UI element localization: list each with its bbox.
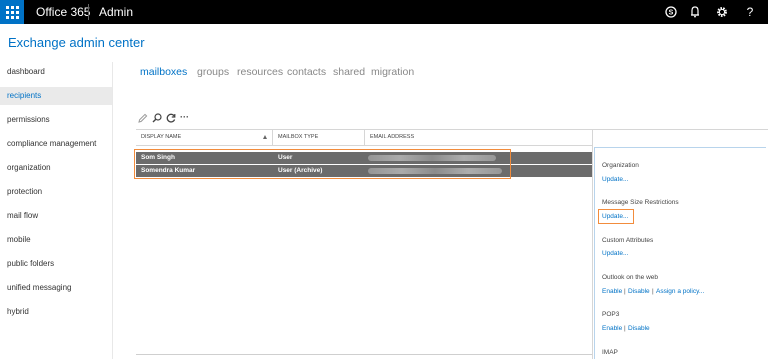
link-separator: | <box>652 288 654 295</box>
notification-bell-icon[interactable] <box>683 0 707 24</box>
link-separator: | <box>624 288 626 295</box>
section-label-message-size-restrictions: Message Size Restrictions <box>602 199 679 206</box>
nav-item-mail-flow[interactable]: mail flow <box>0 207 112 225</box>
top-bar: Office 365 Admin S ? <box>0 0 768 24</box>
nav-item-recipients[interactable]: recipients <box>0 87 112 105</box>
section-label-custom-attributes: Custom Attributes <box>602 237 654 244</box>
nav-item-public-folders[interactable]: public folders <box>0 255 112 273</box>
tab-mailboxes[interactable]: mailboxes <box>140 66 187 78</box>
link-separator: | <box>624 325 626 332</box>
outlook-disable-link[interactable]: Disable <box>628 288 650 295</box>
tab-resources[interactable]: resources <box>237 66 283 78</box>
refresh-icon[interactable] <box>165 111 177 123</box>
nav-divider <box>112 62 113 359</box>
skype-icon[interactable]: S <box>659 0 683 24</box>
nav-item-compliance-management[interactable]: compliance management <box>0 135 112 153</box>
column-header-display-name[interactable]: DISPLAY NAME <box>136 130 272 145</box>
edit-pencil-icon[interactable] <box>137 111 149 123</box>
nav-item-hybrid[interactable]: hybrid <box>0 303 112 321</box>
nav-item-permissions[interactable]: permissions <box>0 111 112 129</box>
nav-item-unified-messaging[interactable]: unified messaging <box>0 279 112 297</box>
nav-item-protection[interactable]: protection <box>0 183 112 201</box>
table-header: DISPLAY NAME MAILBOX TYPE EMAIL ADDRESS <box>136 129 592 146</box>
nav-item-mobile[interactable]: mobile <box>0 231 112 249</box>
page-title: Exchange admin center <box>8 35 145 50</box>
table-bottom-border <box>136 354 592 355</box>
tab-shared[interactable]: shared <box>333 66 365 78</box>
nav-item-dashboard[interactable]: dashboard <box>0 63 112 81</box>
selection-highlight <box>134 149 511 179</box>
tab-groups[interactable]: groups <box>197 66 229 78</box>
update-link-highlight <box>598 209 634 224</box>
outlook-enable-link[interactable]: Enable <box>602 288 622 295</box>
tab-contacts[interactable]: contacts <box>287 66 326 78</box>
custom-attributes-update-link[interactable]: Update... <box>602 250 628 257</box>
office-365-brand[interactable]: Office 365 <box>36 5 90 19</box>
more-options-icon[interactable]: ··· <box>180 111 192 123</box>
section-label-outlook-on-the-web: Outlook on the web <box>602 274 659 281</box>
svg-text:?: ? <box>747 5 754 19</box>
assign-policy-link[interactable]: Assign a policy... <box>656 288 704 295</box>
sort-ascending-icon[interactable] <box>263 135 267 139</box>
search-icon[interactable] <box>151 111 163 123</box>
section-label-pop3: POP3 <box>602 311 620 318</box>
column-header-mailbox-type[interactable]: MAILBOX TYPE <box>273 130 364 145</box>
column-header-email-address[interactable]: EMAIL ADDRESS <box>365 130 592 145</box>
section-label-imap: IMAP <box>602 349 618 356</box>
svg-text:S: S <box>669 10 674 17</box>
section-label-organization: Organization <box>602 162 639 169</box>
help-icon[interactable]: ? <box>738 0 762 24</box>
nav-item-organization[interactable]: organization <box>0 159 112 177</box>
settings-gear-icon[interactable] <box>710 0 734 24</box>
organization-update-link[interactable]: Update... <box>602 176 628 183</box>
tab-migration[interactable]: migration <box>371 66 414 78</box>
topbar-divider <box>88 4 89 20</box>
pop3-enable-link[interactable]: Enable <box>602 325 622 332</box>
app-launcher-icon[interactable] <box>0 0 24 24</box>
pop3-disable-link[interactable]: Disable <box>628 325 650 332</box>
admin-app-link[interactable]: Admin <box>99 5 133 19</box>
